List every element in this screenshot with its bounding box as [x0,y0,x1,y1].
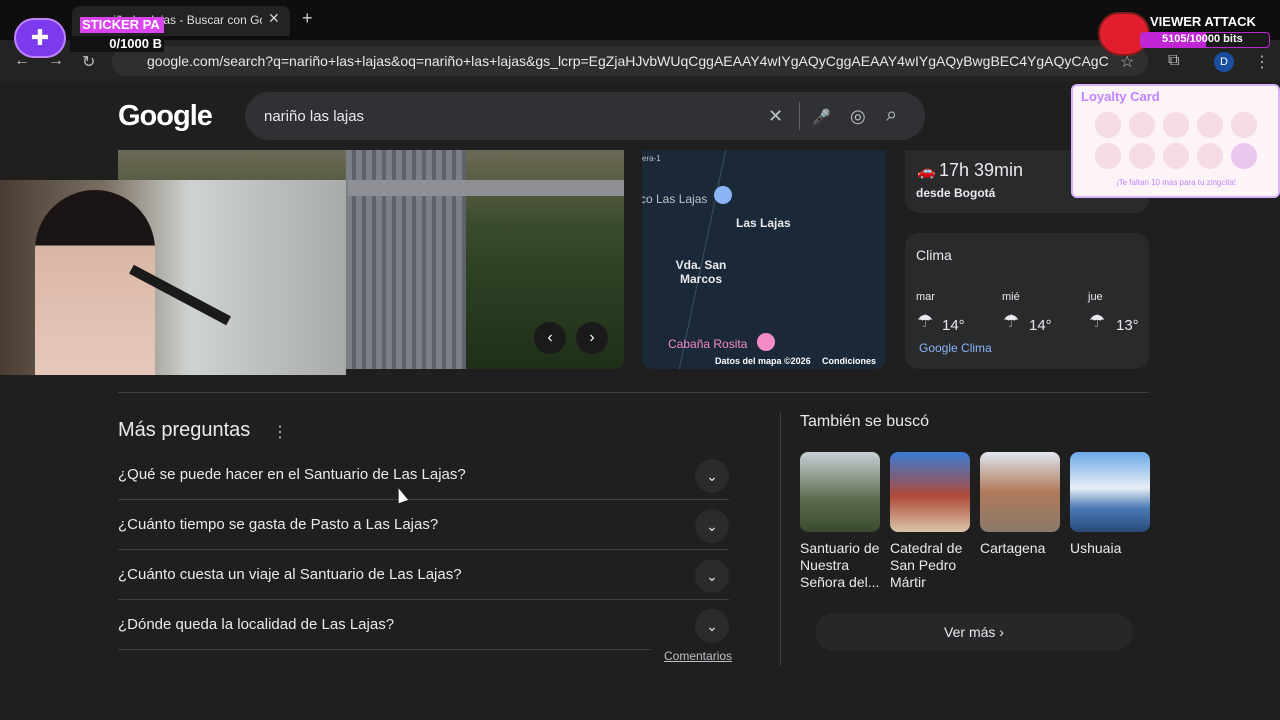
plus-heart-icon: ✚ [14,18,66,58]
church-pin-icon[interactable] [714,186,732,204]
loyalty-stamp [1197,112,1223,138]
weather-temp-2: 14° [1029,317,1052,334]
paa-question[interactable]: ¿Cuánto tiempo se gasta de Pasto a Las L… [118,516,438,533]
related-title: También se buscó [800,413,929,430]
related-item[interactable]: Catedral de San Pedro Mártir [890,452,970,591]
related-name[interactable]: Catedral de San Pedro Mártir [890,540,970,591]
chevron-down-icon[interactable]: ⌄ [695,509,729,543]
related-thumbnail[interactable] [890,452,970,532]
related-thumbnail[interactable] [800,452,880,532]
related-name[interactable]: Cartagena [980,540,1060,557]
tab-close-icon[interactable]: ✕ [268,10,280,27]
rain-icon: ☂ [917,311,934,331]
related-thumbnail[interactable] [980,452,1060,532]
map-label-road: era-1 [642,154,661,163]
comments-link[interactable]: Comentarios [664,649,732,663]
lens-icon[interactable]: ◎ [850,106,866,127]
loyalty-stamp [1129,143,1155,169]
loyalty-stamp [1129,112,1155,138]
map-terms-link[interactable]: Condiciones [822,356,876,366]
related-item[interactable]: Cartagena [980,452,1060,557]
sticker-widget-label: STICKER PA [80,17,164,33]
new-tab-button[interactable]: + [302,8,313,29]
chevron-down-icon[interactable]: ⌄ [695,459,729,493]
loyalty-stamp [1095,112,1121,138]
loyalty-stamp [1095,143,1121,169]
paa-question-row[interactable]: ¿Dónde queda la localidad de Las Lajas? … [118,600,729,650]
loyalty-stamp [1197,143,1223,169]
chevron-down-icon[interactable]: ⌄ [695,559,729,593]
hotel-pin-icon[interactable] [757,333,775,351]
see-more-button[interactable]: Ver más › [815,613,1133,651]
mic-icon[interactable]: 🎤 [812,108,831,126]
google-weather-link[interactable]: Google Clima [919,341,992,355]
travel-origin: desde Bogotá [916,186,996,200]
weather-day-2: mié [1002,291,1020,303]
map-preview[interactable]: era-1 co Las Lajas Las Lajas Vda. San Ma… [642,150,886,369]
paa-question[interactable]: ¿Cuánto cuesta un viaje al Santuario de … [118,566,462,583]
loyalty-stamp [1231,143,1257,169]
carousel-prev-button[interactable]: ‹ [534,322,566,354]
car-icon: 🚗 [917,163,936,180]
weather-title: Clima [916,247,952,263]
paa-question[interactable]: ¿Qué se puede hacer en el Santuario de L… [118,466,466,483]
weather-day-1: mar [916,291,935,303]
loyalty-stamp [1163,143,1189,169]
column-divider [780,412,781,666]
related-item[interactable]: Ushuaia [1070,452,1150,557]
carousel-next-button[interactable]: › [576,322,608,354]
paa-more-icon[interactable]: ⋮ [272,422,288,442]
paa-question[interactable]: ¿Dónde queda la localidad de Las Lajas? [118,616,394,633]
rain-icon: ☂ [1003,311,1020,331]
weather-day-3: jue [1088,291,1103,303]
loyalty-card-note: ¡Te faltan 10 mas para tu zingcita! [1115,178,1237,187]
weather-temp-3: 13° [1116,317,1139,334]
related-thumbnail[interactable] [1070,452,1150,532]
browser-menu-icon[interactable]: ⋮ [1254,52,1270,72]
clear-search-icon[interactable]: ✕ [768,106,783,127]
paa-question-row[interactable]: ¿Cuánto cuesta un viaje al Santuario de … [118,550,729,600]
weather-card[interactable]: Clima mar ☂ 14° mié ☂ 14° jue ☂ 13° Goog… [905,233,1149,369]
map-label-las-lajas-west: co Las Lajas [642,192,708,206]
loyalty-stamp [1163,112,1189,138]
google-logo[interactable]: Google [118,100,213,133]
webcam-overlay [0,180,346,375]
paa-question-row[interactable]: ¿Qué se puede hacer en el Santuario de L… [118,450,729,500]
paa-question-row[interactable]: ¿Cuánto tiempo se gasta de Pasto a Las L… [118,500,729,550]
travel-time: 17h 39min [939,160,1024,180]
url-text[interactable]: google.com/search?q=nariño+las+lajas&oq=… [147,53,1109,69]
related-name[interactable]: Santuario de Nuestra Señora del... [800,540,880,591]
weather-temp-1: 14° [942,317,965,334]
search-input[interactable]: nariño las lajas [264,108,364,125]
loyalty-card-title: Loyalty Card [1081,89,1160,104]
sticker-widget-count: 0/1000 B [70,36,164,52]
related-name[interactable]: Ushuaia [1070,540,1150,557]
map-attribution: Datos del mapa ©2026 [715,356,811,366]
map-label-las-lajas: Las Lajas [736,216,791,230]
map-label-cabana-rosita: Cabaña Rosita [668,337,748,351]
search-icon[interactable]: ⌕ [886,104,897,127]
reload-icon[interactable]: ↻ [82,52,95,72]
search-divider [799,102,800,130]
chevron-down-icon[interactable]: ⌄ [695,609,729,643]
rain-icon: ☂ [1089,311,1106,331]
viewer-attack-bits: 5105/10000 bits [1162,33,1243,45]
viewer-attack-title: VIEWER ATTACK [1150,14,1256,29]
extensions-icon[interactable]: ⧉ [1168,52,1179,70]
related-item[interactable]: Santuario de Nuestra Señora del... [800,452,880,591]
profile-avatar[interactable]: D [1214,52,1234,72]
loyalty-stamp [1231,112,1257,138]
bridge-image-detail [348,180,624,196]
section-divider [118,392,1149,393]
paa-title: Más preguntas [118,419,251,441]
streamer-figure [35,190,155,375]
map-label-san-marcos: Vda. San Marcos [675,258,727,286]
